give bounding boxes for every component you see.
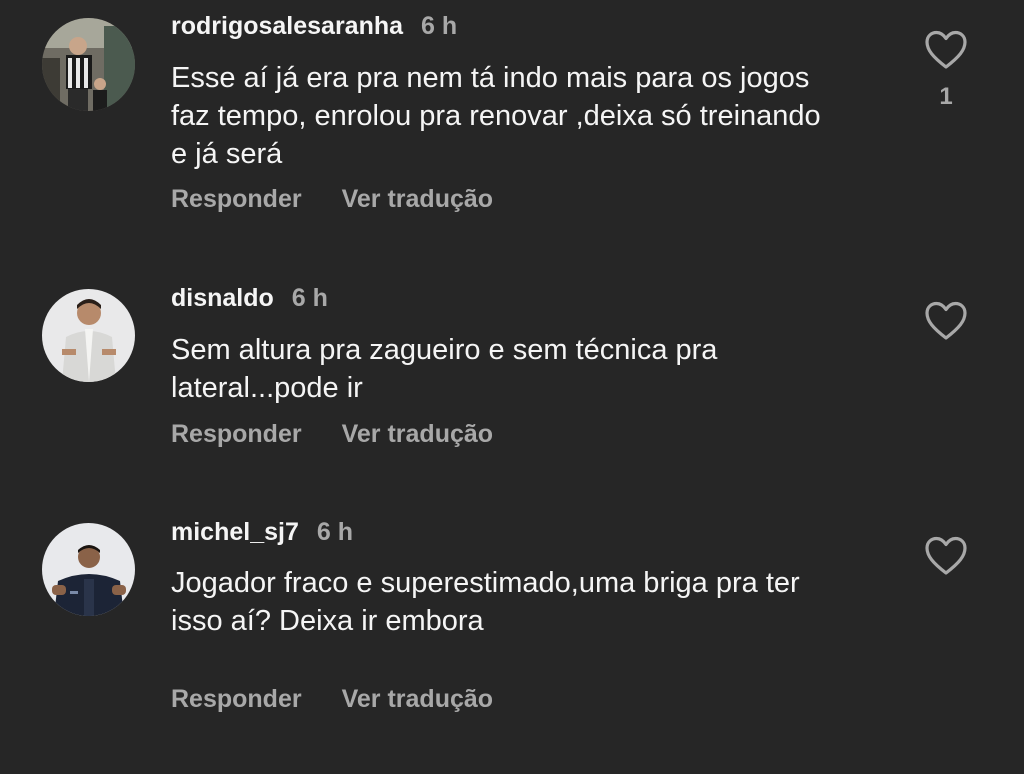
avatar[interactable] [42, 523, 135, 616]
avatar[interactable] [42, 289, 135, 382]
comment-time: 6 h [316, 518, 353, 546]
comment-time: 6 h [421, 12, 458, 40]
comment-text-line: lateral...pode ir [171, 372, 363, 404]
reply-button[interactable]: Responder [171, 685, 302, 713]
comment-text-line: Sem altura pra zagueiro e sem técnica pr… [171, 334, 718, 366]
see-translation-button[interactable]: Ver tradução [342, 685, 493, 713]
reply-button[interactable]: Responder [171, 185, 302, 213]
heart-outline-icon[interactable] [924, 536, 968, 576]
see-translation-button[interactable]: Ver tradução [342, 185, 493, 213]
comment-username[interactable]: rodrigosalesaranha [171, 12, 403, 40]
like-count: 1 [939, 83, 953, 110]
comment-text-line: e já será [171, 138, 283, 170]
comment-text-line: isso aí? Deixa ir embora [171, 605, 484, 637]
avatar[interactable] [42, 18, 135, 111]
comment-text-line: Jogador fraco e superestimado,uma briga … [171, 567, 800, 599]
comment-text: Jogador fraco e superestimado,uma briga … [171, 564, 901, 640]
comment-text-line: Esse aí já era pra nem tá indo mais para… [171, 62, 810, 94]
reply-button[interactable]: Responder [171, 420, 302, 448]
comment-username[interactable]: michel_sj7 [171, 518, 299, 546]
heart-outline-icon[interactable] [924, 30, 968, 70]
see-translation-button[interactable]: Ver tradução [342, 420, 493, 448]
comment-time: 6 h [291, 284, 328, 312]
comment-text: Sem altura pra zagueiro e sem técnica pr… [171, 331, 901, 407]
heart-outline-icon[interactable] [924, 301, 968, 341]
comment-username[interactable]: disnaldo [171, 284, 274, 312]
comment-text-line: faz tempo, enrolou pra renovar ,deixa só… [171, 100, 821, 132]
comment-text: Esse aí já era pra nem tá indo mais para… [171, 59, 901, 173]
